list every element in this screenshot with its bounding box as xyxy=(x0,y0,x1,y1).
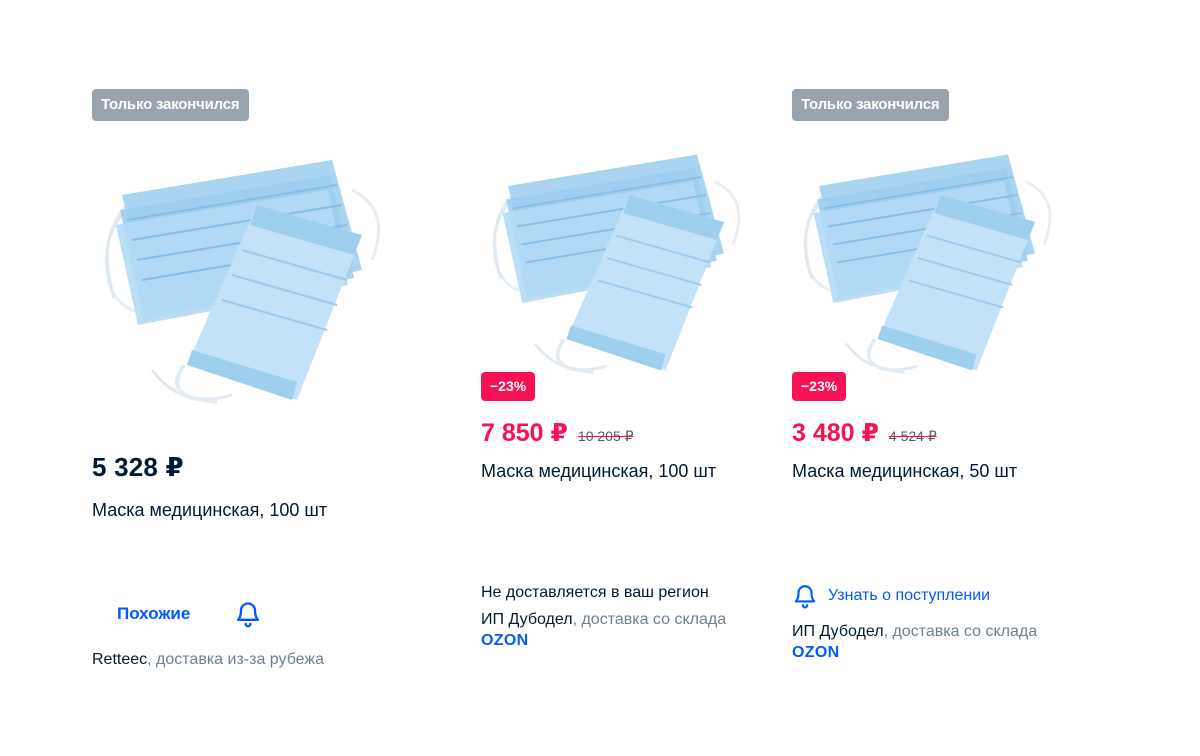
medical-mask-image[interactable] xyxy=(481,145,751,380)
actions-row: Похожие xyxy=(117,600,262,628)
seller-delivery: , доставка из-за рубежа xyxy=(147,651,324,668)
price-row: 3 480 ₽ 4 524 ₽ xyxy=(792,418,937,448)
seller-delivery: , доставка со склада xyxy=(883,623,1038,640)
product-card[interactable]: Только закончился 5 328 ₽ Маска медицинс… xyxy=(92,0,392,756)
seller-delivery: , доставка со склада xyxy=(572,611,727,628)
warehouse-label: OZON xyxy=(792,644,840,661)
delivery-note: Не доставляется в ваш регион xyxy=(481,584,709,601)
seller-name[interactable]: ИП Дубодел xyxy=(481,611,573,628)
medical-mask-image[interactable] xyxy=(92,150,392,410)
product-title[interactable]: Маска медицинская, 50 шт xyxy=(792,461,1017,482)
bell-icon xyxy=(794,585,816,609)
seller-info: Retteec, доставка из-за рубежа xyxy=(92,651,324,669)
seller-name[interactable]: ИП Дубодел xyxy=(792,623,884,640)
discount-badge: −23% xyxy=(792,372,847,401)
discount-badge: −23% xyxy=(481,372,536,401)
old-price: 10 205 ₽ xyxy=(577,428,634,444)
stock-badge: Только закончился xyxy=(92,89,249,121)
stock-badge: Только закончился xyxy=(792,89,949,121)
product-title[interactable]: Маска медицинская, 100 шт xyxy=(92,500,327,521)
product-price: 7 850 ₽ xyxy=(481,419,568,447)
notify-button[interactable]: Узнать о поступлении xyxy=(792,583,990,609)
seller-name[interactable]: Retteec xyxy=(92,651,147,668)
similar-button[interactable]: Похожие xyxy=(117,604,190,624)
warehouse-label: OZON xyxy=(481,632,529,649)
seller-info: ИП Дубодел, доставка со склада xyxy=(792,623,1037,641)
product-price: 3 480 ₽ xyxy=(792,419,879,447)
price-row: 7 850 ₽ 10 205 ₽ xyxy=(481,418,634,448)
old-price: 4 524 ₽ xyxy=(888,428,937,444)
notify-label: Узнать о поступлении xyxy=(828,587,991,604)
product-card[interactable]: Только закончился −23% 3 480 ₽ 4 524 ₽ М… xyxy=(792,0,1082,756)
medical-mask-image[interactable] xyxy=(792,145,1062,380)
product-price: 5 328 ₽ xyxy=(92,452,184,482)
product-card[interactable]: −23% 7 850 ₽ 10 205 ₽ Маска медицинская,… xyxy=(481,0,771,756)
seller-info: ИП Дубодел, доставка со склада xyxy=(481,611,726,629)
bell-icon[interactable] xyxy=(234,600,262,628)
product-title[interactable]: Маска медицинская, 100 шт xyxy=(481,461,716,482)
